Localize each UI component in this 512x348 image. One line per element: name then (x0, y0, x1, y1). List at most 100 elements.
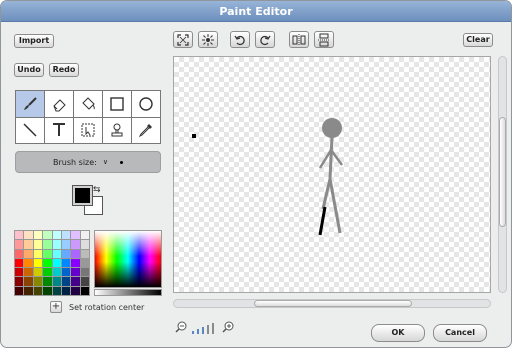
rotate-right-button[interactable] (255, 31, 275, 48)
zoom-fit-button[interactable] (173, 31, 193, 48)
color-swatch[interactable] (80, 268, 89, 277)
color-swatch[interactable] (80, 277, 89, 286)
zoom-out-button[interactable] (175, 318, 187, 337)
color-swatch[interactable] (52, 286, 61, 295)
color-swatch[interactable] (33, 258, 43, 268)
color-swatch[interactable] (80, 286, 89, 295)
color-swatch[interactable] (43, 231, 52, 240)
select-tool[interactable] (74, 117, 102, 143)
color-swatch[interactable] (61, 231, 71, 240)
color-swatch[interactable] (71, 240, 80, 249)
color-swatch[interactable] (80, 258, 89, 268)
color-swatch[interactable] (80, 240, 89, 249)
color-swatch[interactable] (52, 249, 61, 258)
text-tool[interactable] (45, 117, 73, 143)
color-swatch[interactable] (61, 249, 71, 258)
eyedropper-tool[interactable] (132, 117, 160, 143)
import-button[interactable]: Import (14, 34, 54, 48)
color-swatch[interactable] (15, 286, 24, 295)
color-swatch[interactable] (24, 231, 33, 240)
color-swatch[interactable] (71, 268, 80, 277)
flip-horizontal-button[interactable] (289, 31, 309, 48)
color-swatch[interactable] (15, 231, 24, 240)
tool-palette (15, 90, 161, 144)
ellipse-tool[interactable] (132, 91, 160, 117)
color-swatch[interactable] (33, 268, 43, 277)
stamp-tool[interactable] (103, 117, 131, 143)
color-swatch[interactable] (43, 240, 52, 249)
color-swatch[interactable] (15, 277, 24, 286)
paint-editor-window: Paint Editor Import Undo Redo Clear Brus… (0, 0, 512, 348)
color-swatch[interactable] (43, 286, 52, 295)
color-swatch[interactable] (71, 286, 80, 295)
color-swatch[interactable] (24, 258, 33, 268)
color-swatch[interactable] (43, 268, 52, 277)
color-swatch[interactable] (43, 249, 52, 258)
flip-horizontal-icon (292, 33, 306, 46)
rectangle-tool[interactable] (103, 91, 131, 117)
color-swatch[interactable] (52, 240, 61, 249)
rotate-left-button[interactable] (230, 31, 250, 48)
color-swatch[interactable] (43, 258, 52, 268)
swap-colors-icon[interactable]: ⇆ (93, 185, 101, 195)
grow-button[interactable] (198, 31, 218, 48)
color-swatches (14, 230, 90, 296)
horizontal-scroll-thumb[interactable] (254, 300, 412, 307)
color-swatch[interactable] (52, 277, 61, 286)
rotate-right-icon (260, 35, 271, 45)
color-swatch[interactable] (61, 268, 71, 277)
zoom-level-indicator[interactable] (191, 319, 219, 334)
color-spectrum[interactable] (94, 230, 162, 288)
color-swatch[interactable] (33, 277, 43, 286)
color-swatch[interactable] (80, 249, 89, 258)
color-swatch[interactable] (71, 258, 80, 268)
color-swatch[interactable] (24, 249, 33, 258)
color-swatch[interactable] (15, 240, 24, 249)
color-swatch[interactable] (15, 249, 24, 258)
zoom-in-button[interactable] (222, 318, 234, 337)
color-swatch[interactable] (52, 231, 61, 240)
drawing-canvas[interactable] (173, 56, 491, 293)
fill-tool[interactable] (74, 91, 102, 117)
flip-vertical-button[interactable] (314, 31, 334, 48)
color-swatch[interactable] (71, 231, 80, 240)
color-swatch[interactable] (33, 286, 43, 295)
foreground-color-swatch[interactable] (72, 185, 93, 206)
color-swatch[interactable] (15, 258, 24, 268)
color-swatch[interactable] (43, 277, 52, 286)
ok-button[interactable]: OK (371, 324, 425, 342)
color-swatch[interactable] (52, 268, 61, 277)
color-swatch[interactable] (61, 277, 71, 286)
color-swatch[interactable] (71, 249, 80, 258)
color-swatch[interactable] (71, 277, 80, 286)
color-swatch[interactable] (33, 240, 43, 249)
eraser-icon (53, 99, 66, 112)
clear-button[interactable]: Clear (463, 33, 493, 47)
color-swatch[interactable] (80, 231, 89, 240)
horizontal-scrollbar[interactable] (173, 299, 491, 308)
color-swatch[interactable] (24, 268, 33, 277)
cancel-button[interactable]: Cancel (433, 324, 487, 342)
set-rotation-center-button[interactable]: + (50, 301, 62, 313)
grayscale-bar[interactable] (94, 289, 162, 296)
color-swatch[interactable] (33, 249, 43, 258)
eraser-tool[interactable] (45, 91, 73, 117)
color-swatch[interactable] (15, 268, 24, 277)
color-swatch[interactable] (24, 277, 33, 286)
color-swatch[interactable] (24, 286, 33, 295)
color-swatch[interactable] (61, 286, 71, 295)
redo-button[interactable]: Redo (49, 63, 79, 77)
brush-size-control[interactable]: Brush size: ∨ (15, 151, 161, 173)
vertical-scroll-thumb[interactable] (499, 117, 506, 227)
vertical-scrollbar[interactable] (498, 56, 507, 293)
color-swatch[interactable] (52, 258, 61, 268)
undo-button[interactable]: Undo (14, 63, 44, 77)
color-swatch[interactable] (33, 231, 43, 240)
line-tool[interactable] (16, 117, 44, 143)
grow-icon (202, 33, 214, 46)
color-swatch[interactable] (61, 240, 71, 249)
plus-icon: + (51, 301, 61, 312)
color-swatch[interactable] (24, 240, 33, 249)
color-swatch[interactable] (61, 258, 71, 268)
paintbrush-tool[interactable] (16, 91, 44, 117)
